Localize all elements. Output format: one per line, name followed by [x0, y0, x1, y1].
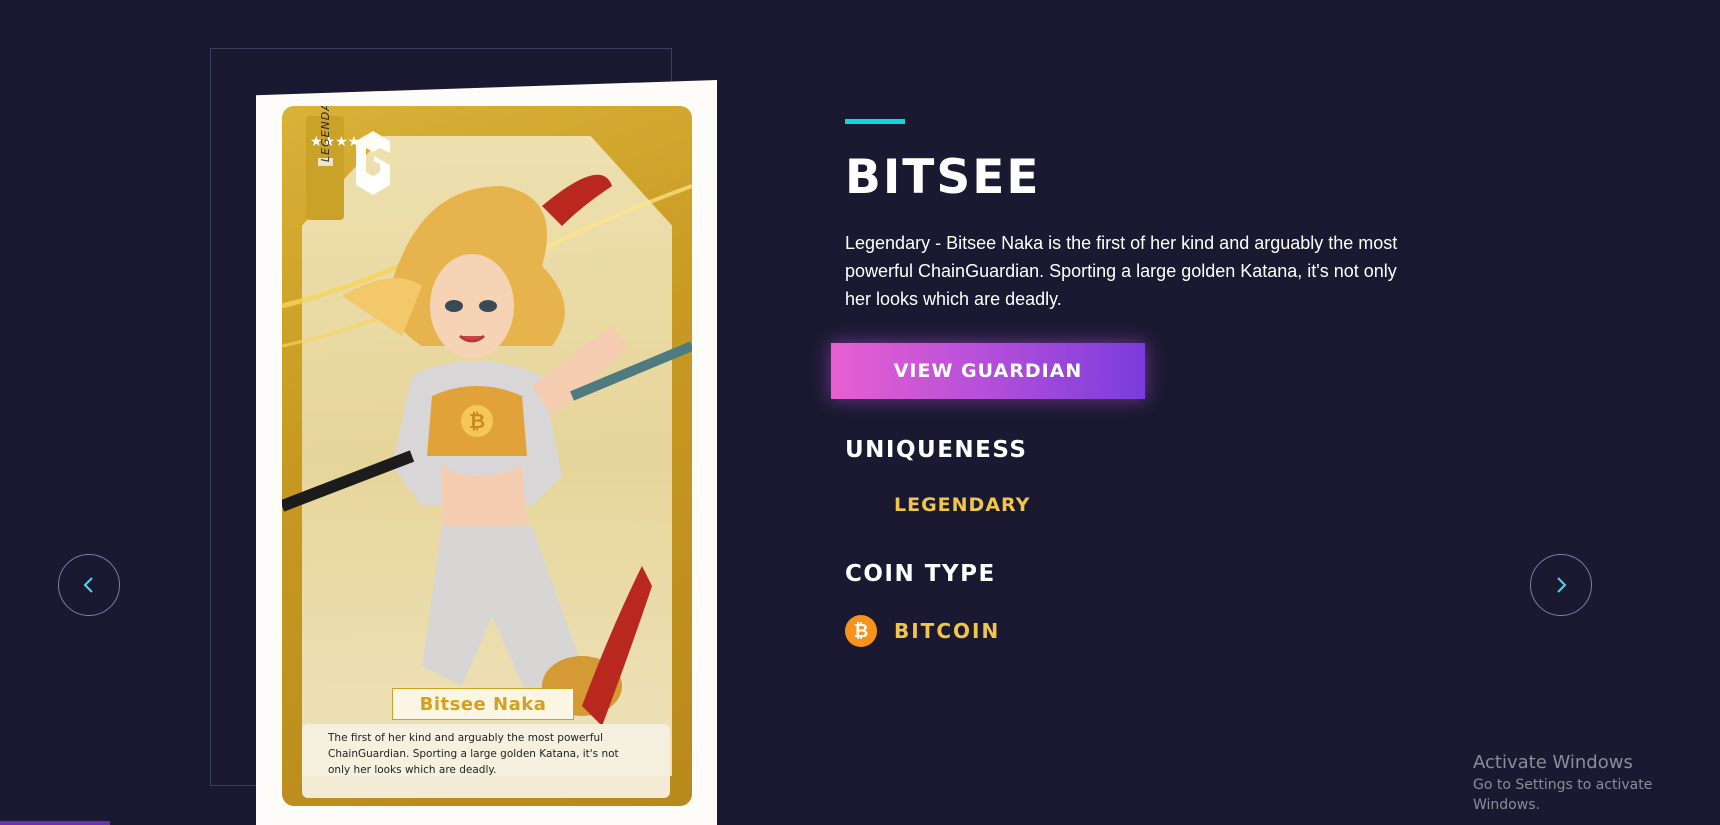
coin-type-row: ₿ BITCOIN — [845, 615, 1000, 647]
rarity-strip: ★★★★ LEGENDARY — [306, 106, 360, 220]
bitcoin-icon: ₿ — [845, 615, 877, 647]
guardian-illustration: ₿ — [282, 174, 692, 726]
coin-type-value: BITCOIN — [894, 619, 1001, 643]
card-name-banner: Bitsee Naka — [392, 688, 574, 720]
view-guardian-button[interactable]: VIEW GUARDIAN — [831, 343, 1145, 399]
uniqueness-value: LEGENDARY — [894, 494, 1031, 516]
previous-guardian-button[interactable] — [58, 554, 120, 616]
title-accent-bar — [845, 119, 905, 124]
card-description: The first of her kind and arguably the m… — [302, 724, 670, 798]
watermark-title: Activate Windows — [1473, 752, 1633, 773]
card-artwork: ₿ ★★★★ LEGENDARY Bitsee Naka The first o… — [282, 106, 692, 806]
watermark-subtitle: Go to Settings to activate Windows. — [1473, 777, 1653, 813]
chainguardian-logo-icon — [356, 131, 390, 195]
windows-activation-watermark: Activate Windows Go to Settings to activ… — [1473, 751, 1720, 815]
bottom-accent-line — [0, 821, 110, 825]
svg-text:₿: ₿ — [469, 409, 485, 433]
chevron-left-icon — [83, 577, 93, 593]
guardian-card: ₿ ★★★★ LEGENDARY Bitsee Naka The first o… — [256, 80, 717, 825]
uniqueness-heading: UNIQUENESS — [845, 437, 1028, 463]
guardian-showcase: ₿ ★★★★ LEGENDARY Bitsee Naka The first o… — [0, 0, 1720, 825]
next-guardian-button[interactable] — [1530, 554, 1592, 616]
guardian-description: Legendary - Bitsee Naka is the first of … — [845, 233, 1398, 309]
card-rarity-label: LEGENDARY — [318, 106, 333, 166]
chevron-right-icon — [1557, 577, 1567, 593]
guardian-title: BITSEE — [845, 150, 1041, 205]
coin-type-heading: COIN TYPE — [845, 561, 996, 587]
